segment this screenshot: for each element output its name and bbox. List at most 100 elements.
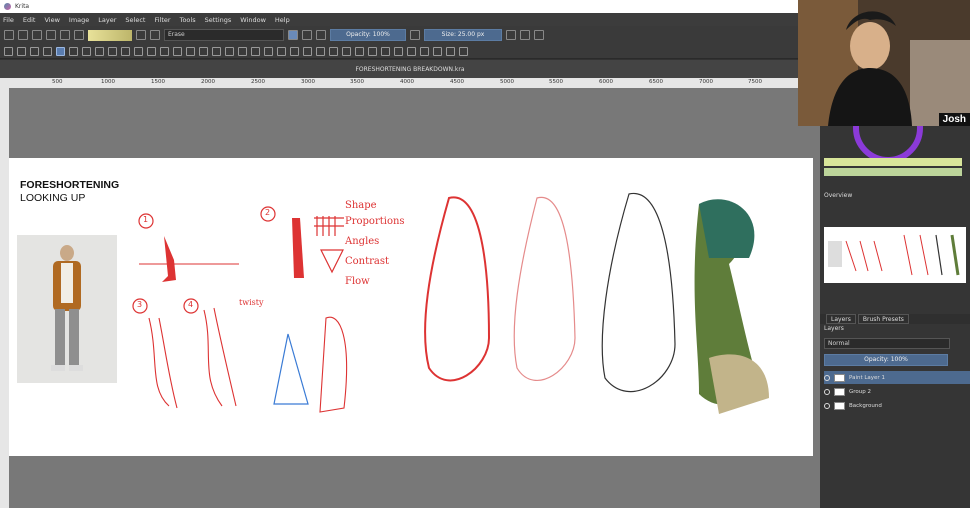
menu-bar: File Edit View Image Layer Select Filter…	[0, 13, 820, 26]
reload-preset-icon[interactable]	[316, 30, 326, 40]
document-tab[interactable]: FORESHORTENING BREAKDOWN.kra	[0, 60, 820, 78]
ruler-tick: 500	[52, 79, 63, 85]
mirror-vertical-icon[interactable]	[520, 30, 530, 40]
mirror-horizontal-icon[interactable]	[506, 30, 516, 40]
krita-logo-icon	[4, 3, 11, 10]
note-proportions: Proportions	[345, 216, 405, 227]
rectangle-tool-icon[interactable]	[82, 46, 91, 56]
freehand-brush-tool-icon[interactable]	[56, 46, 65, 56]
ruler-tick: 5000	[500, 79, 514, 85]
outline-select-tool-icon[interactable]	[381, 46, 390, 56]
measure-tool-icon[interactable]	[316, 46, 325, 56]
app-title: Krita	[15, 3, 30, 10]
gradient-icon[interactable]	[74, 30, 84, 40]
menu-window[interactable]: Window	[240, 16, 266, 24]
ruler-tick: 3000	[301, 79, 315, 85]
wrap-around-icon[interactable]	[534, 30, 544, 40]
pattern-icon[interactable]	[136, 30, 146, 40]
ruler-tick: 4500	[450, 79, 464, 85]
save-icon[interactable]	[32, 30, 42, 40]
tab-brush-presets[interactable]: Brush Presets	[857, 314, 909, 324]
layer-thumbnail	[834, 387, 845, 396]
menu-help[interactable]: Help	[275, 16, 290, 24]
undo-icon[interactable]	[46, 30, 56, 40]
similar-select-tool-icon[interactable]	[407, 46, 416, 56]
line-tool-icon[interactable]	[69, 46, 78, 56]
color-selector[interactable]	[820, 93, 970, 186]
reference-images-tool-icon[interactable]	[329, 46, 338, 56]
pattern-edit-tool-icon[interactable]	[238, 46, 247, 56]
horizontal-ruler: 500 1000 1500 2000 2500 3000 3500 4000 4…	[0, 78, 820, 88]
redo-icon[interactable]	[60, 30, 70, 40]
menu-select[interactable]: Select	[125, 16, 145, 24]
polygon-tool-icon[interactable]	[108, 46, 117, 56]
rect-select-tool-icon[interactable]	[342, 46, 351, 56]
size-slider[interactable]: Size: 25.00 px	[424, 29, 502, 41]
step-number: 2	[265, 208, 271, 217]
tab-layers[interactable]: Layers	[826, 314, 856, 324]
brush-name-field[interactable]: Erase	[164, 29, 284, 41]
menu-filter[interactable]: Filter	[154, 16, 170, 24]
polyline-tool-icon[interactable]	[121, 46, 130, 56]
menu-image[interactable]: Image	[69, 16, 89, 24]
polygon-select-tool-icon[interactable]	[368, 46, 377, 56]
menu-file[interactable]: File	[3, 16, 14, 24]
ruler-tick: 6000	[599, 79, 613, 85]
visibility-icon[interactable]	[824, 374, 830, 381]
new-file-icon[interactable]	[4, 30, 14, 40]
freehand-path-tool-icon[interactable]	[147, 46, 156, 56]
dynamic-brush-tool-icon[interactable]	[160, 46, 169, 56]
edit-shapes-tool-icon[interactable]	[30, 46, 39, 56]
brush-preset-swatch[interactable]	[88, 29, 132, 41]
zoom-tool-icon[interactable]	[446, 46, 455, 56]
alpha-lock-icon[interactable]	[302, 30, 312, 40]
artwork-canvas[interactable]: FORESHORTENING LOOKING UP Shape Proporti…	[9, 158, 813, 456]
blend-mode-select[interactable]: Normal	[824, 338, 950, 349]
menu-tools[interactable]: Tools	[180, 16, 196, 24]
note-shape: Shape	[345, 200, 377, 211]
assistant-tool-icon[interactable]	[303, 46, 312, 56]
select-shapes-tool-icon[interactable]	[4, 46, 13, 56]
menu-settings[interactable]: Settings	[205, 16, 232, 24]
magnetic-select-tool-icon[interactable]	[433, 46, 442, 56]
calligraphy-tool-icon[interactable]	[43, 46, 52, 56]
ruler-tick: 2500	[251, 79, 265, 85]
menu-view[interactable]: View	[44, 16, 59, 24]
fill-tool-icon[interactable]	[290, 46, 299, 56]
brush-settings-icon[interactable]	[150, 30, 160, 40]
ellipse-select-tool-icon[interactable]	[355, 46, 364, 56]
text-tool-icon[interactable]	[17, 46, 26, 56]
visibility-icon[interactable]	[824, 388, 830, 395]
smart-patch-tool-icon[interactable]	[277, 46, 286, 56]
note-angles: Angles	[345, 236, 380, 247]
layer-opacity-slider[interactable]: Opacity: 100%	[824, 354, 948, 366]
menu-edit[interactable]: Edit	[23, 16, 36, 24]
flow-icon[interactable]	[410, 30, 420, 40]
multibrush-tool-icon[interactable]	[173, 46, 182, 56]
visibility-icon[interactable]	[824, 402, 830, 409]
gradient-tool-icon[interactable]	[225, 46, 234, 56]
bezier-select-tool-icon[interactable]	[420, 46, 429, 56]
move-tool-icon[interactable]	[199, 46, 208, 56]
note-contrast: Contrast	[345, 256, 390, 267]
color-picker-tool-icon[interactable]	[251, 46, 260, 56]
contiguous-select-tool-icon[interactable]	[394, 46, 403, 56]
transform-tool-icon[interactable]	[186, 46, 195, 56]
layer-name: Group 2	[849, 388, 871, 395]
menu-layer[interactable]: Layer	[98, 16, 116, 24]
ellipse-tool-icon[interactable]	[95, 46, 104, 56]
overview-thumbnail[interactable]	[824, 227, 966, 283]
colorize-mask-tool-icon[interactable]	[264, 46, 273, 56]
ruler-tick: 4000	[400, 79, 414, 85]
layer-row[interactable]: Paint Layer 1	[824, 371, 970, 384]
ruler-tick: 7000	[699, 79, 713, 85]
opacity-slider[interactable]: Opacity: 100%	[330, 29, 406, 41]
crop-tool-icon[interactable]	[212, 46, 221, 56]
layer-row[interactable]: Background	[824, 399, 970, 412]
layer-name: Paint Layer 1	[849, 374, 885, 381]
pan-tool-icon[interactable]	[459, 46, 468, 56]
eraser-mode-icon[interactable]	[288, 30, 298, 40]
bezier-tool-icon[interactable]	[134, 46, 143, 56]
layer-row[interactable]: Group 2	[824, 385, 970, 398]
open-file-icon[interactable]	[18, 30, 28, 40]
